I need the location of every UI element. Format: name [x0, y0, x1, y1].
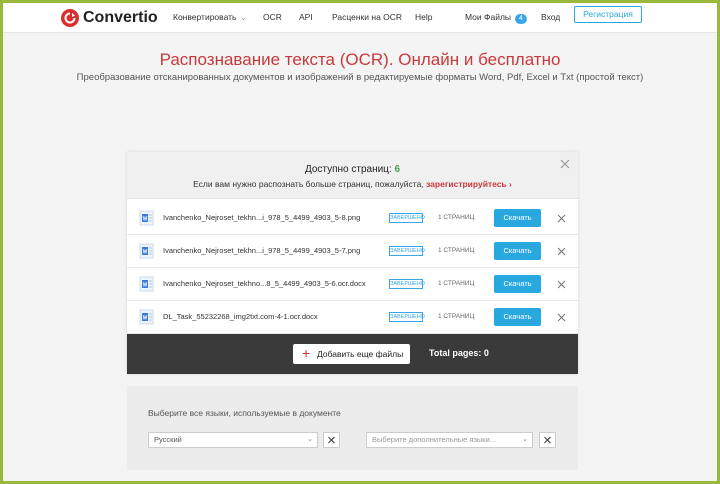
- secondary-language-placeholder: Выберите дополнительные языки...: [372, 435, 497, 444]
- clear-primary-language-button[interactable]: [323, 432, 340, 448]
- file-name: DL_Task_55232268_img2txt.com-4-1.ocr.doc…: [163, 312, 318, 321]
- convertio-logo-icon: [61, 9, 79, 27]
- add-more-files-label: Добавить еще файлы: [317, 349, 404, 359]
- remove-file-icon[interactable]: [556, 312, 567, 323]
- logo[interactable]: Convertio: [61, 7, 158, 29]
- nav-pricing[interactable]: Расценки на OCR: [332, 12, 402, 22]
- remove-file-icon[interactable]: [556, 213, 567, 224]
- remove-file-icon[interactable]: [556, 279, 567, 290]
- chevron-down-icon: ⌄: [240, 15, 247, 22]
- nav-help[interactable]: Help: [415, 12, 432, 22]
- file-name: Ivanchenko_Nejroset_tekhn...i_978_5_4499…: [163, 213, 361, 222]
- notice-close-icon[interactable]: [559, 158, 571, 170]
- language-section: Выберите все языки, используемые в докум…: [127, 386, 578, 470]
- download-button[interactable]: Скачать: [494, 275, 541, 293]
- download-button[interactable]: Скачать: [494, 308, 541, 326]
- primary-language-value: Русский: [154, 435, 182, 444]
- file-pages: 1 СТРАНИЦ: [438, 313, 475, 320]
- word-file-icon: [139, 276, 154, 292]
- secondary-language-select[interactable]: Выберите дополнительные языки... ⌄: [366, 432, 533, 448]
- register-link[interactable]: зарегистрируйтесь: [426, 179, 507, 189]
- plus-icon: +: [302, 345, 311, 361]
- files-count-badge: 4: [515, 14, 527, 24]
- pages-available-label: Доступно страниц:: [304, 164, 392, 175]
- close-icon: [328, 436, 335, 444]
- status-badge: ЗАВЕРШЕНО: [389, 312, 425, 322]
- register-prompt: Если вам нужно распознать больше страниц…: [127, 179, 578, 189]
- page-frame: Convertio Конвертировать ⌄ OCR API Расцен…: [3, 3, 717, 481]
- total-pages: Total pages: 0: [429, 348, 489, 358]
- nav-login[interactable]: Вход: [541, 12, 560, 22]
- file-pages: 1 СТРАНИЦ: [438, 280, 475, 287]
- clear-secondary-language-button[interactable]: [539, 432, 556, 448]
- pages-notice: Доступно страниц: 6 Если вам нужно распо…: [127, 152, 578, 199]
- logo-text: Convertio: [83, 9, 158, 26]
- page-subtitle: Преобразование отсканированных документо…: [76, 72, 644, 83]
- language-label: Выберите все языки, используемые в докум…: [148, 408, 341, 418]
- primary-language-select[interactable]: Русский ⌄: [148, 432, 318, 448]
- chevron-down-icon: ⌄: [307, 436, 313, 443]
- file-row: Ivanchenko_Nejroset_tekhno...8_5_4499_49…: [127, 268, 578, 301]
- status-badge: ЗАВЕРШЕНО: [389, 279, 425, 289]
- nav-api[interactable]: API: [299, 12, 313, 22]
- remove-file-icon[interactable]: [556, 246, 567, 257]
- download-button[interactable]: Скачать: [494, 209, 541, 227]
- file-row: Ivanchenko_Nejroset_tekhn...i_978_5_4499…: [127, 235, 578, 268]
- file-row: DL_Task_55232268_img2txt.com-4-1.ocr.doc…: [127, 301, 578, 334]
- file-row: Ivanchenko_Nejroset_tekhn...i_978_5_4499…: [127, 202, 578, 235]
- word-file-icon: [139, 210, 154, 226]
- top-header: Convertio Конвертировать ⌄ OCR API Расцен…: [3, 3, 717, 33]
- files-panel: Доступно страниц: 6 Если вам нужно распо…: [127, 152, 578, 374]
- files-action-bar: + Добавить еще файлы Total pages: 0: [127, 334, 578, 374]
- word-file-icon: [139, 243, 154, 259]
- file-name: Ivanchenko_Nejroset_tekhno...8_5_4499_49…: [163, 279, 366, 288]
- register-button[interactable]: Регистрация: [574, 6, 642, 23]
- nav-convert[interactable]: Конвертировать ⌄: [173, 12, 246, 22]
- page-title: Распознавание текста (OCR). Онлайн и бес…: [159, 50, 561, 69]
- nav-ocr[interactable]: OCR: [263, 12, 282, 22]
- add-more-files-button[interactable]: + Добавить еще файлы: [293, 344, 410, 364]
- pages-available: Доступно страниц: 6: [127, 164, 578, 175]
- file-pages: 1 СТРАНИЦ: [438, 214, 475, 221]
- pages-available-count: 6: [394, 164, 401, 175]
- download-button[interactable]: Скачать: [494, 242, 541, 260]
- status-badge: ЗАВЕРШЕНО: [389, 246, 425, 256]
- word-file-icon: [139, 309, 154, 325]
- chevron-down-icon: ⌄: [522, 436, 528, 443]
- nav-my-files-label: Мои Файлы: [465, 12, 512, 22]
- register-prompt-text: Если вам нужно распознать больше страниц…: [193, 179, 424, 189]
- file-pages: 1 СТРАНИЦ: [438, 247, 475, 254]
- nav-convert-label: Конвертировать: [173, 12, 237, 22]
- close-icon: [544, 436, 551, 444]
- nav-my-files[interactable]: Мои Файлы 4: [465, 12, 527, 24]
- chevron-right-icon: ›: [509, 179, 512, 189]
- file-name: Ivanchenko_Nejroset_tekhn...i_978_5_4499…: [163, 246, 361, 255]
- status-badge: ЗАВЕРШЕНО: [389, 213, 425, 223]
